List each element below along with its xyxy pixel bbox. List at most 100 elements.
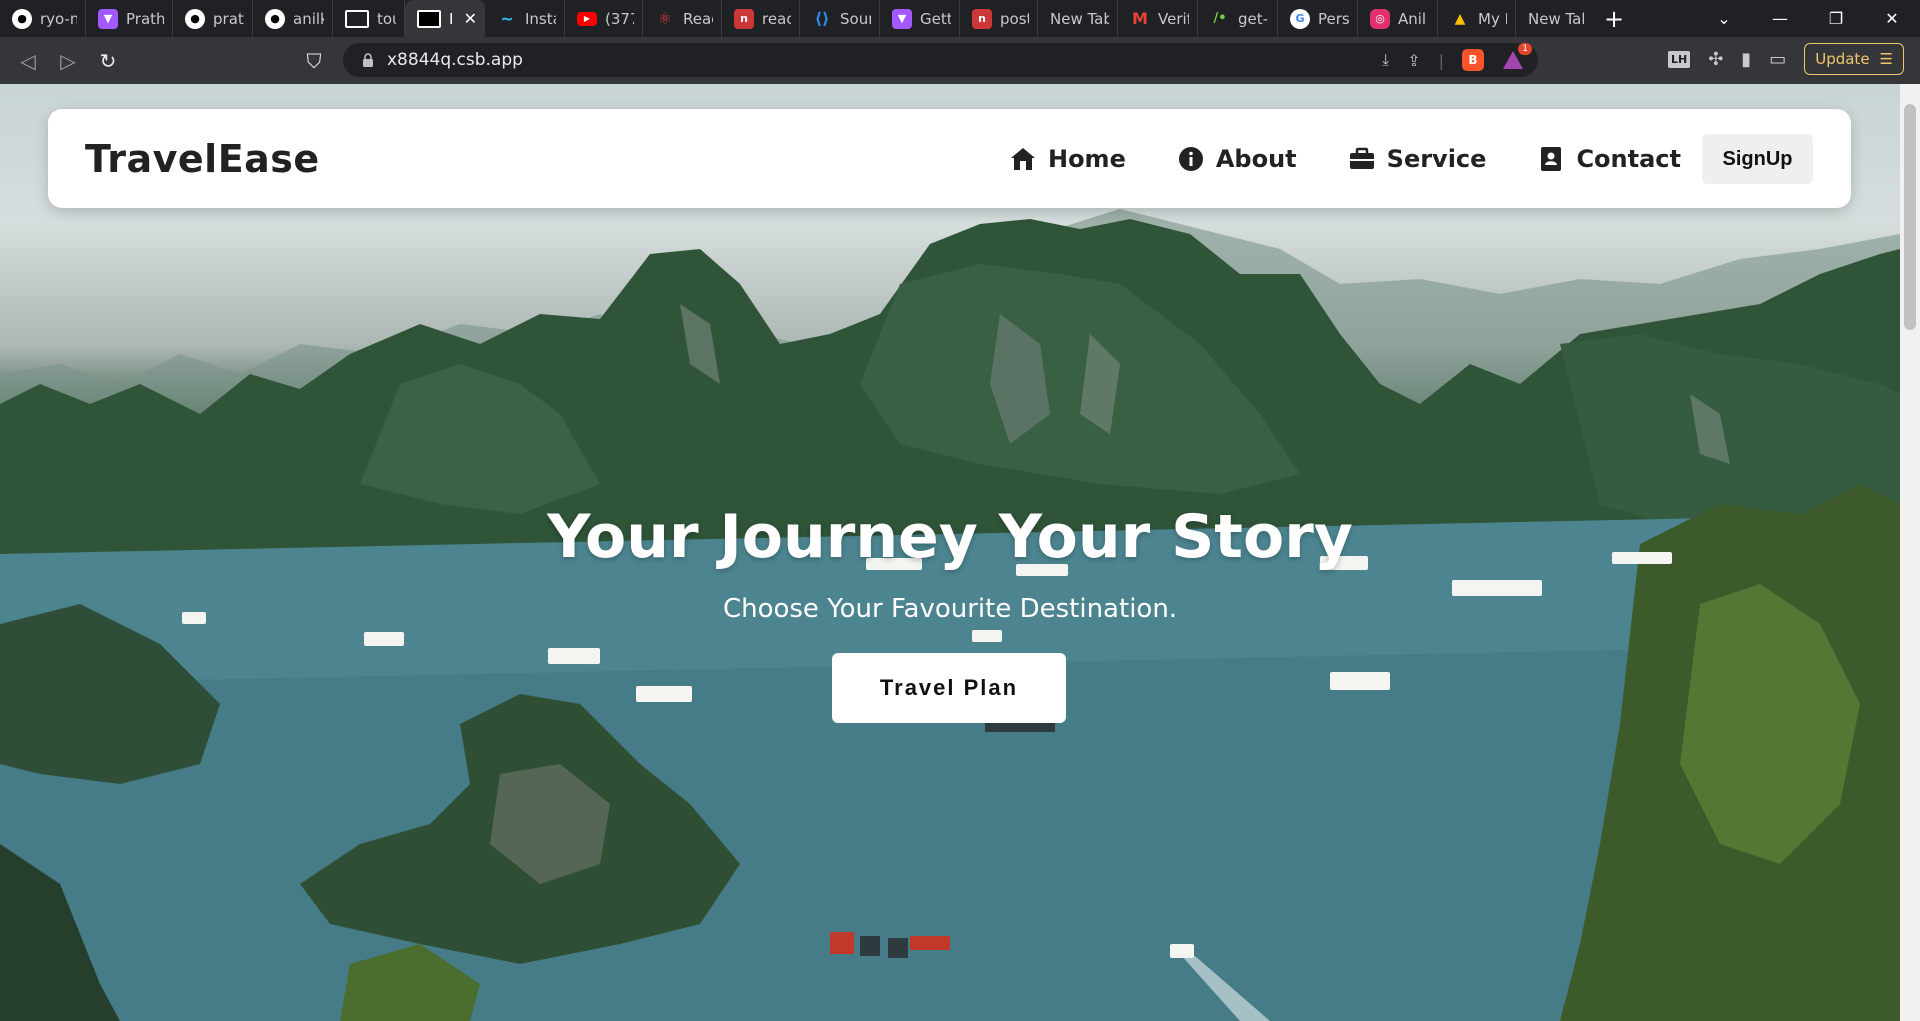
tab-14[interactable]: M Verify [1118,0,1198,37]
page-scrollbar[interactable] [1900,84,1920,1021]
tab-1[interactable]: ▼ Prath [86,0,173,37]
tab-search-icon[interactable]: ⌄ [1696,9,1752,28]
bookmark-icon[interactable]: ⛉ [294,49,334,73]
info-icon [1178,146,1203,171]
gmail-icon: M [1132,9,1148,28]
tab-6[interactable]: ~ Insta [485,0,565,37]
nav-about-label: About [1215,144,1297,173]
tab-title: (377) [605,9,634,28]
site-header: TravelEase Home About Service Contact Si… [48,109,1851,208]
tab-11[interactable]: ▼ Getti [880,0,960,37]
address-bar[interactable]: x8844q.csb.app ⤓ ⇪ | B 1 [343,43,1538,77]
new-tab-button[interactable]: + [1596,5,1632,33]
instagram-icon: ◎ [1370,8,1390,29]
home-icon [1010,147,1035,170]
nav-home-label: Home [1047,144,1126,173]
tab-title: My D [1478,9,1507,28]
react-icon: ⚛ [657,9,673,28]
sidebar-icon[interactable]: ▮ [1741,49,1751,70]
briefcase-icon [1349,147,1374,169]
minimize-button[interactable]: — [1752,9,1808,28]
menu-icon: ☰ [1879,50,1893,68]
nav-home[interactable]: Home [1010,145,1126,173]
close-window-button[interactable]: ✕ [1864,9,1920,28]
tab-7[interactable]: ▶ (377) [565,0,643,37]
tab-19[interactable]: New Tab [1516,0,1592,37]
tab-strip: ●ryo-n ▼Prath ●prath ●anilk tour- R✕ ~In… [0,0,1920,37]
divider: | [1438,50,1444,70]
vite-icon: ▼ [98,8,118,29]
share-icon[interactable]: ⇪ [1407,51,1420,70]
tab-title: React [683,9,713,28]
tab-title: get-r [1238,9,1269,28]
nav-contact[interactable]: Contact [1538,145,1681,173]
extensions-area: LH ✣ ▮ ▭ Update ☰ [1667,43,1904,75]
reload-button[interactable]: ↻ [88,49,128,73]
tab-4[interactable]: tour- [333,0,405,37]
lighthouse-extension-icon[interactable]: LH [1667,50,1691,68]
main-nav: Home About Service Contact [1010,145,1681,173]
tab-0[interactable]: ● ryo-n [0,0,86,37]
tab-list: ●ryo-n ▼Prath ●prath ●anilk tour- R✕ ~In… [0,0,1632,37]
browser-toolbar: ◁ ▷ ↻ ⛉ x8844q.csb.app ⤓ ⇪ | B 1 LH ✣ ▮ … [0,37,1920,84]
tab-title: prath [213,9,244,28]
puzzle-extensions-icon[interactable]: ✣ [1708,49,1723,70]
omnibox-actions: ⤓ ⇪ | B 1 [1382,43,1532,71]
tab-title: react [762,9,791,28]
tab-title: Getti [920,9,951,28]
nav-service-label: Service [1386,144,1487,173]
tab-16[interactable]: G Perso [1278,0,1358,37]
install-app-icon[interactable]: ⤓ [1382,50,1389,70]
tab-5-active[interactable]: R✕ [405,0,485,37]
tab-title: Prath [126,9,164,28]
tab-title: Sourc [840,9,871,28]
tab-title: anilk [293,9,324,28]
drive-icon: ▲ [1454,10,1466,27]
contact-icon [1541,146,1562,171]
tab-title: Anil I [1398,9,1429,28]
tab-12[interactable]: npostc [960,0,1038,37]
wallet-icon[interactable]: ▭ [1769,49,1786,70]
close-tab-icon[interactable]: ✕ [464,9,477,28]
signup-button[interactable]: SignUp [1702,134,1813,184]
rewards-badge: 1 [1518,43,1532,55]
tab-15[interactable]: /• get-r [1198,0,1278,37]
npm-icon: n [734,8,754,29]
site-logo[interactable]: TravelEase [85,137,320,181]
brave-shields-icon[interactable]: B [1462,49,1484,71]
tab-9[interactable]: nreact [722,0,800,37]
tab-title: New Tab [1050,9,1109,28]
tab-17[interactable]: ◎ Anil I [1358,0,1438,37]
brave-rewards-icon[interactable]: 1 [1502,43,1532,71]
nav-about[interactable]: About [1178,145,1297,173]
tab-18[interactable]: ▲ My D [1438,0,1516,37]
back-button[interactable]: ◁ [8,49,48,73]
nav-service[interactable]: Service [1349,144,1487,173]
codesandbox-icon [417,9,441,28]
nav-contact-label: Contact [1576,144,1681,173]
tab-2[interactable]: ● prath [173,0,253,37]
update-label: Update [1815,50,1870,68]
tab-title: Insta [525,9,556,28]
github-icon: ● [265,8,285,29]
restore-button[interactable]: ❐ [1808,9,1864,28]
tab-title: R [449,10,452,28]
tab-title: tour- [377,9,396,28]
tab-8[interactable]: ⚛ React [643,0,722,37]
tab-3[interactable]: ● anilk [253,0,333,37]
update-button[interactable]: Update ☰ [1804,43,1904,75]
tab-title: postc [1000,9,1029,28]
scrollbar-thumb[interactable] [1904,104,1916,330]
code-icon: /• [1213,11,1227,26]
tab-title: Verify [1158,9,1189,28]
url-text: x8844q.csb.app [387,50,523,70]
tab-13[interactable]: New Tab [1038,0,1118,37]
google-icon: G [1290,8,1310,29]
forward-button[interactable]: ▷ [48,49,88,73]
tab-title: ryo-n [40,9,77,28]
vscode-icon: ⟨⟩ [814,9,830,28]
tab-10[interactable]: ⟨⟩ Sourc [800,0,880,37]
travel-plan-button[interactable]: Travel Plan [832,653,1066,723]
vite-icon: ▼ [892,8,912,29]
tab-title: New Tab [1528,9,1584,28]
